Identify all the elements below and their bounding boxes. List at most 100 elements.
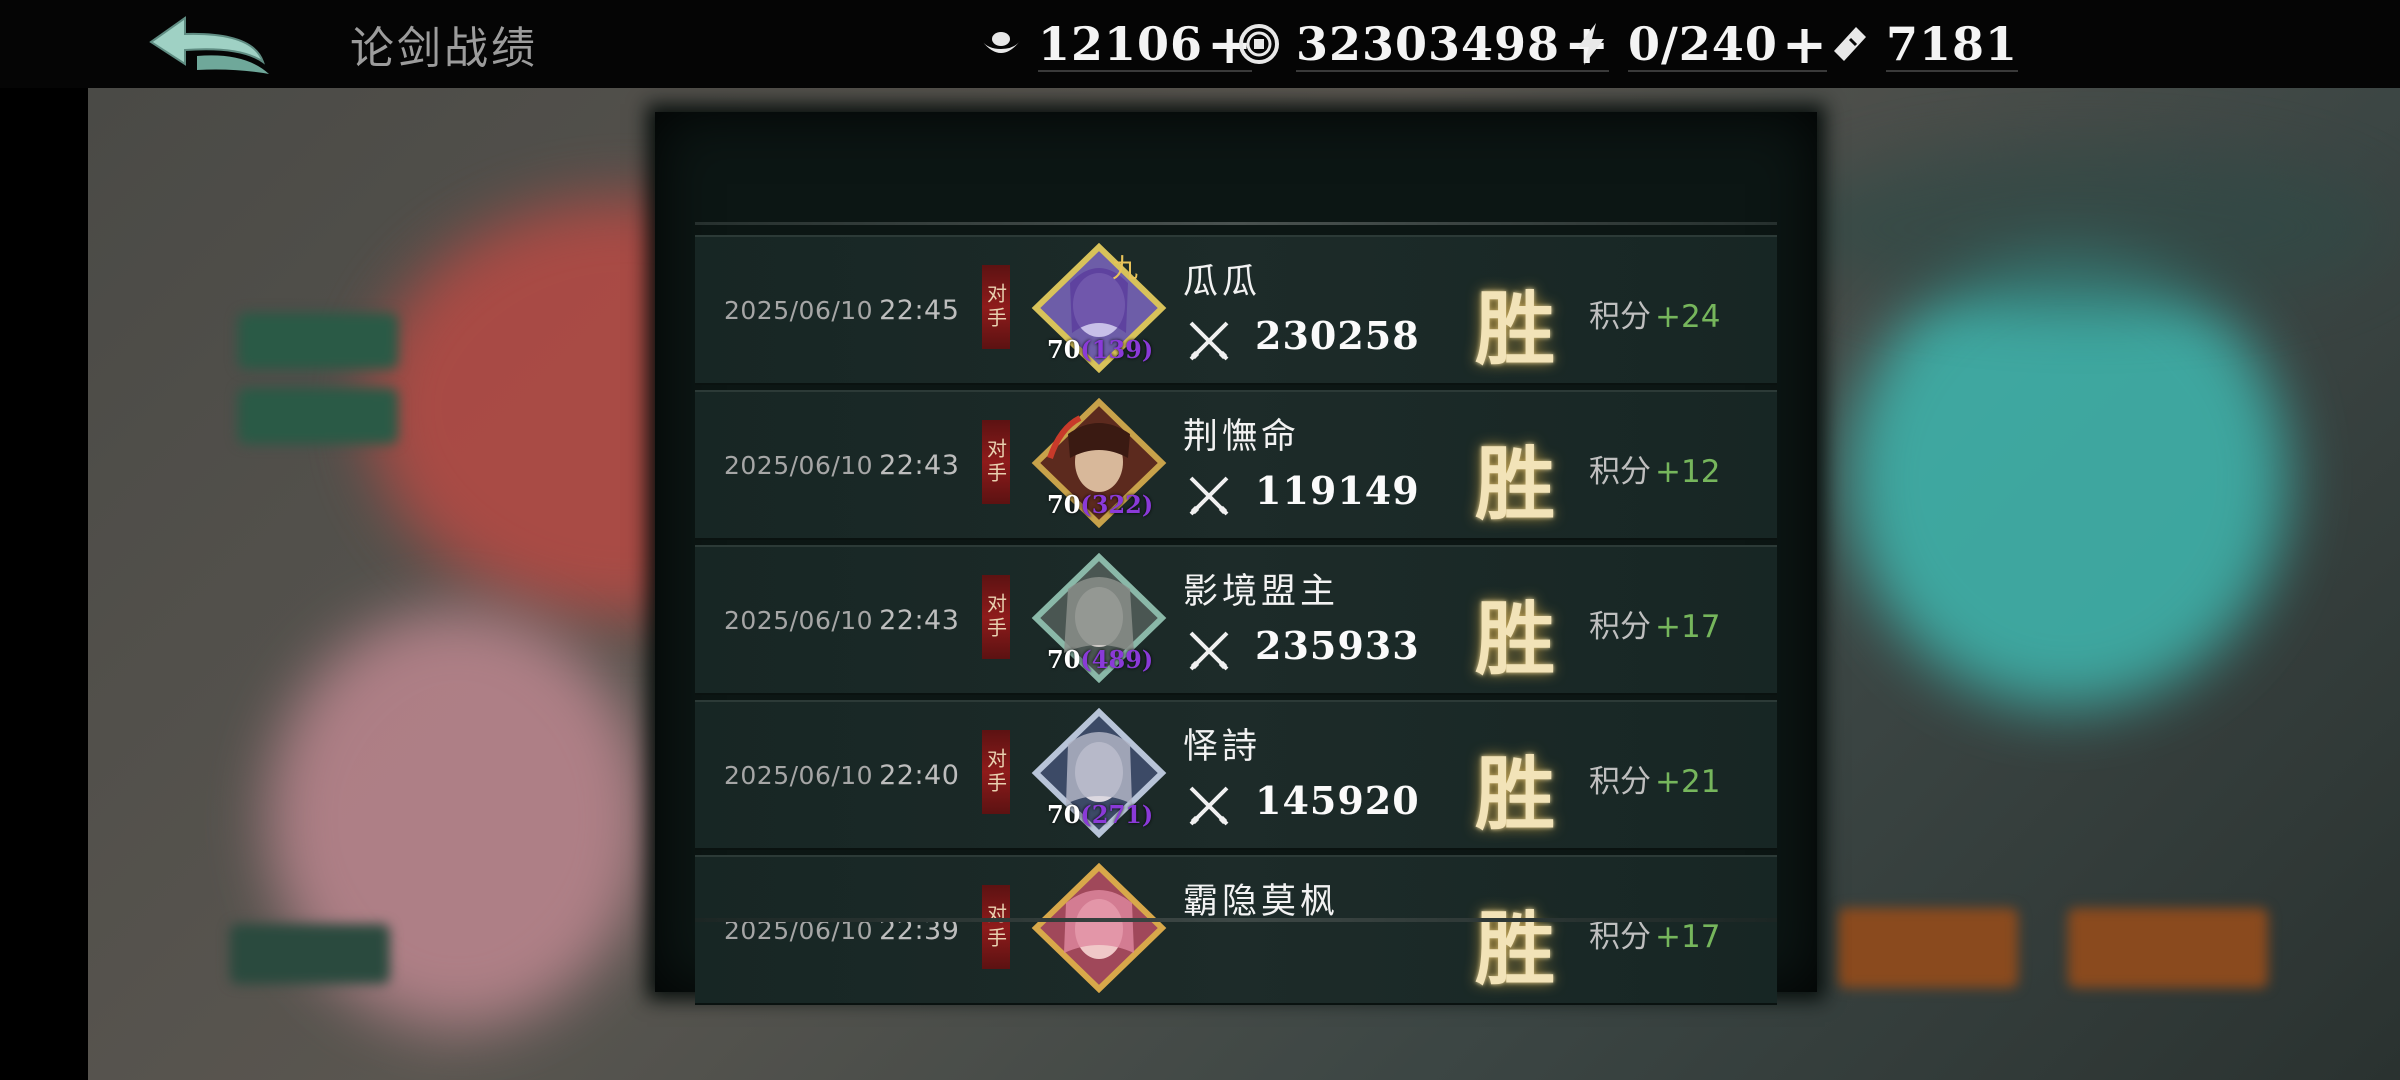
battle-record-panel: 2025/06/10 22:45 对手 九 70(139) 瓜瓜 230258 胜… (655, 112, 1817, 1005)
bg-orange-button (1838, 908, 2018, 988)
list-item[interactable]: 2025/06/10 22:43 对手 70(489) 影境盟主 235933 胜… (695, 545, 1777, 695)
level-value: 70 (1047, 335, 1081, 364)
score-change: 积分 +17 (1589, 601, 1720, 646)
score-change: 积分 +21 (1589, 756, 1720, 801)
player-name: 霸隐莫枫 (1183, 882, 1340, 922)
list-item[interactable]: 2025/06/10 22:43 对手 70(322) 荆憮命 119149 胜 … (695, 390, 1777, 540)
level-stars: (139) (1080, 335, 1154, 364)
result-win: 胜 (1475, 437, 1555, 531)
crossed-swords-icon (1189, 786, 1229, 826)
list-item[interactable]: 2025/06/10 22:40 对手 70(271) 怿詩 145920 胜 积… (695, 700, 1777, 850)
crossed-swords-icon (1189, 631, 1229, 671)
panel-footer-line (695, 918, 1777, 922)
record-list[interactable]: 2025/06/10 22:45 对手 九 70(139) 瓜瓜 230258 胜… (695, 235, 1777, 1027)
top-bar: 论剑战绩 12106 + 32303498 + (0, 0, 2400, 88)
bg-green-tab (238, 388, 398, 444)
level-value: 70 (1047, 800, 1081, 829)
crossed-swords-icon (1189, 476, 1229, 516)
level-stars: (271) (1080, 800, 1154, 829)
match-datetime: 2025/06/10 22:43 (724, 450, 959, 481)
result-win: 胜 (1475, 902, 1555, 996)
result-win: 胜 (1475, 592, 1555, 686)
opponent-tag: 对手 (982, 885, 1010, 969)
list-item[interactable]: 2025/06/10 22:45 对手 九 70(139) 瓜瓜 230258 胜… (695, 235, 1777, 385)
level-stars: (322) (1080, 490, 1154, 519)
bg-swirl-emblem (1848, 248, 2288, 708)
panel-header-line (695, 222, 1777, 225)
resource-value: 32303498 (1296, 17, 1561, 71)
match-time: 22:40 (879, 760, 960, 791)
bg-button (230, 924, 390, 984)
silver-ingot-icon (978, 21, 1024, 67)
match-datetime: 2025/06/10 22:43 (724, 605, 959, 636)
match-date: 2025/06/10 (724, 761, 874, 790)
combat-power: 145920 (1255, 778, 1420, 823)
bg-top-right (1788, 148, 2388, 308)
copper-coin-icon (1236, 21, 1282, 67)
level-stars: (489) (1080, 645, 1154, 674)
score-delta: +12 (1655, 454, 1721, 490)
player-name: 瓜瓜 (1183, 262, 1262, 302)
back-arrow-icon (149, 16, 269, 74)
score-label: 积分 (1589, 299, 1651, 335)
ticket-icon (1826, 21, 1872, 67)
combat-power: 230258 (1255, 313, 1420, 358)
resource-stamina: 0/240 + (1568, 14, 1828, 74)
resource-coin: 32303498 + (1236, 14, 1610, 74)
divider (1296, 70, 1610, 72)
player-name: 荆憮命 (1183, 417, 1301, 457)
opponent-tag: 对手 (982, 420, 1010, 504)
score-change: 积分 +24 (1589, 291, 1720, 336)
divider (1886, 70, 2019, 72)
bg-orange-button (2068, 908, 2268, 988)
player-level: 70(322) (1047, 490, 1153, 519)
combat-power: 235933 (1255, 623, 1420, 668)
score-label: 积分 (1589, 919, 1651, 955)
divider (1628, 70, 1828, 72)
score-delta: +17 (1655, 609, 1721, 645)
svg-text:九: 九 (1112, 254, 1138, 284)
resource-silver: 12106 + (978, 14, 1253, 74)
match-date: 2025/06/10 (724, 296, 874, 325)
result-win: 胜 (1475, 747, 1555, 841)
match-time: 22:43 (879, 605, 960, 636)
result-win: 胜 (1475, 282, 1555, 376)
opponent-tag: 对手 (982, 575, 1010, 659)
add-stamina-button[interactable]: + (1782, 17, 1827, 71)
score-delta: +24 (1655, 299, 1721, 335)
resource-value: 0/240 (1628, 17, 1778, 71)
combat-power: 119149 (1255, 468, 1420, 513)
score-label: 积分 (1589, 764, 1651, 800)
player-name: 影境盟主 (1183, 572, 1340, 612)
divider (1038, 70, 1253, 72)
resource-ticket: 7181 (1826, 14, 2019, 74)
opponent-tag: 对手 (982, 265, 1010, 349)
page-title: 论剑战绩 (350, 23, 538, 74)
lightning-stamina-icon (1568, 21, 1614, 67)
resource-value: 7181 (1886, 17, 2019, 71)
match-time: 22:45 (879, 295, 960, 326)
match-date: 2025/06/10 (724, 451, 874, 480)
score-label: 积分 (1589, 609, 1651, 645)
score-label: 积分 (1589, 454, 1651, 490)
back-button[interactable] (145, 12, 275, 82)
score-delta: +17 (1655, 919, 1721, 955)
score-delta: +21 (1655, 764, 1721, 800)
player-level: 70(489) (1047, 645, 1153, 674)
crossed-swords-icon (1189, 321, 1229, 361)
player-name: 怿詩 (1183, 727, 1262, 767)
match-date: 2025/06/10 (724, 606, 874, 635)
level-value: 70 (1047, 490, 1081, 519)
match-datetime: 2025/06/10 22:40 (724, 760, 959, 791)
avatar[interactable] (1030, 863, 1168, 993)
level-value: 70 (1047, 645, 1081, 674)
opponent-tag: 对手 (982, 730, 1010, 814)
bg-green-tab (238, 313, 398, 369)
resource-value: 12106 (1038, 17, 1204, 71)
score-change: 积分 +12 (1589, 446, 1720, 491)
player-level: 70(271) (1047, 800, 1153, 829)
match-datetime: 2025/06/10 22:45 (724, 295, 959, 326)
list-item[interactable]: 2025/06/10 22:39 对手 霸隐莫枫 胜 积分 +17 (695, 855, 1777, 1005)
player-level: 70(139) (1047, 335, 1153, 364)
match-time: 22:43 (879, 450, 960, 481)
